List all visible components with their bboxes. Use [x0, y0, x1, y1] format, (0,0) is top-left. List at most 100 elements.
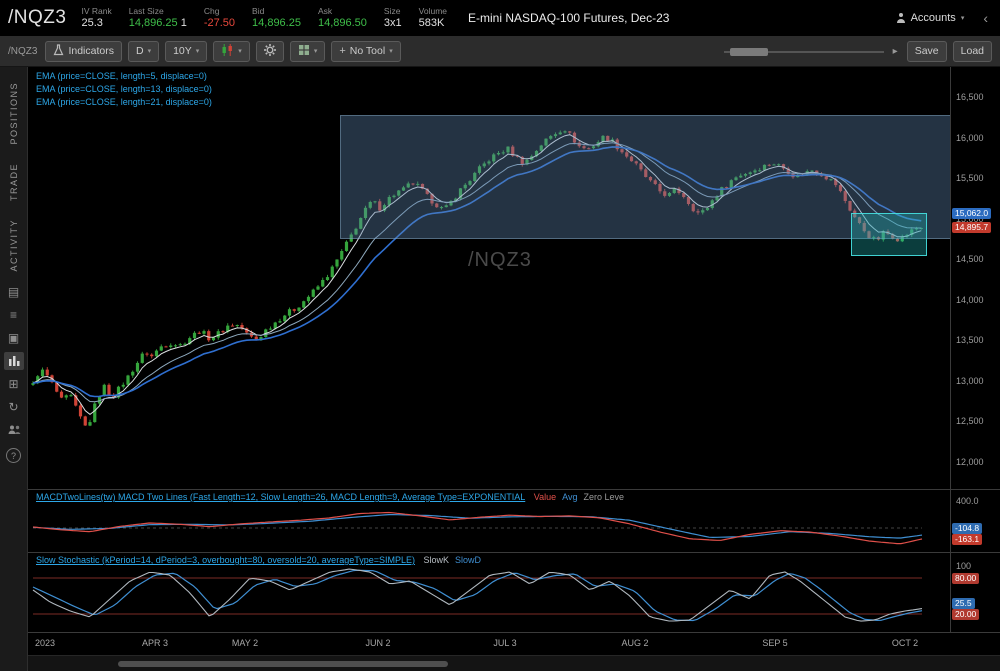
chevron-down-icon: ▾: [147, 48, 152, 55]
indicators-label: Indicators: [68, 45, 114, 57]
price-axis-label: 13,500: [956, 335, 984, 346]
ema-legend: EMA (price=CLOSE, length=5, displace=0) E…: [36, 71, 212, 110]
price-axis-label: 16,000: [956, 132, 984, 143]
time-axis-label: MAY 2: [231, 638, 259, 648]
chevron-down-icon: ▾: [195, 48, 200, 55]
axis-bubble: -163.1: [952, 533, 983, 545]
time-axis-label: JUL 3: [493, 638, 517, 648]
pan-right-button[interactable]: ▸: [890, 46, 901, 57]
save-button[interactable]: Save: [906, 40, 947, 62]
quote-stat-iv-rank: IV Rank 25.3: [81, 5, 112, 29]
time-axis-label: 2023: [34, 638, 56, 648]
sidebar-tab-positions[interactable]: POSITIONS: [9, 82, 19, 145]
community-icon[interactable]: [4, 421, 24, 439]
axis-bubble: 25.5: [952, 597, 975, 609]
sidebar-tab-activity[interactable]: ACTIVITY: [9, 219, 19, 272]
axis-bubble: 15,062.0: [952, 208, 992, 220]
chart-column: /NQZ3 EMA (price=CLOSE, length=5, displa…: [28, 67, 1000, 671]
collapse-panel-button[interactable]: ‹: [979, 10, 992, 26]
chevron-down-icon: ▾: [238, 48, 242, 55]
tool-value: No Tool: [349, 45, 386, 57]
time-axis-label: JUN 2: [365, 638, 391, 648]
scrollbar-handle[interactable]: [118, 661, 448, 667]
grid-layout-dropdown[interactable]: ▾: [289, 40, 326, 62]
stoch-plot-label-slowd[interactable]: SlowD: [455, 555, 481, 565]
macd-axis[interactable]: 400.00.00-104.8-163.1: [950, 490, 1000, 552]
price-axis-label: 14,500: [956, 254, 984, 265]
teal-region[interactable]: [851, 213, 927, 256]
price-axis-label: 15,500: [956, 173, 984, 184]
chart-style-dropdown[interactable]: ▾: [213, 40, 250, 62]
price-chart-panel[interactable]: /NQZ3 EMA (price=CLOSE, length=5, displa…: [28, 67, 1000, 489]
apps-icon[interactable]: ⊞: [4, 375, 24, 393]
sidebar-tab-trade[interactable]: TRADE: [9, 163, 19, 201]
chevron-down-icon: ▾: [960, 15, 965, 22]
stochastic-study-label[interactable]: Slow Stochastic (kPeriod=14, dPeriod=3, …: [36, 555, 415, 565]
news-icon[interactable]: ▤: [4, 283, 24, 301]
crosshair-icon: +: [339, 45, 346, 57]
load-label: Load: [960, 45, 984, 57]
zoom-slider-handle[interactable]: [729, 47, 768, 56]
time-axis-label: SEP 5: [762, 638, 788, 648]
axis-bubble: 20.00: [952, 608, 980, 620]
stochastic-axis[interactable]: 100 80.00 25.5 20.00: [950, 553, 1000, 632]
stoch-plot-label-slowk[interactable]: SlowK: [424, 555, 450, 565]
ema-legend-line-2[interactable]: EMA (price=CLOSE, length=21, displace=0): [36, 97, 212, 107]
candlestick-icon: [221, 43, 234, 59]
calendar-icon[interactable]: ▣: [4, 329, 24, 347]
chevron-down-icon: ▾: [389, 48, 393, 55]
range-dropdown[interactable]: 10Y ▾: [165, 40, 208, 62]
axis-bubble: -104.8: [952, 522, 983, 534]
indicators-button[interactable]: Indicators: [45, 40, 122, 62]
stochastic-label-row: Slow Stochastic (kPeriod=14, dPeriod=3, …: [36, 555, 487, 565]
price-axis-label: 14,000: [956, 294, 984, 305]
ema-legend-line-1[interactable]: EMA (price=CLOSE, length=13, displace=0): [36, 84, 212, 94]
instrument-title: E-mini NASDAQ-100 Futures, Dec-23: [468, 11, 670, 25]
quote-stat-volume: Volume 583K: [418, 5, 448, 29]
stochastic-panel[interactable]: Slow Stochastic (kPeriod=14, dPeriod=3, …: [28, 552, 1000, 632]
help-icon[interactable]: ?: [6, 448, 21, 464]
macd-panel[interactable]: MACDTwoLines(tw) MACD Two Lines (Fast Le…: [28, 489, 1000, 552]
macd-study-label[interactable]: MACDTwoLines(tw) MACD Two Lines (Fast Le…: [36, 492, 525, 502]
time-axis-label: OCT 2: [891, 638, 919, 648]
save-label: Save: [914, 45, 939, 57]
accounts-label: Accounts: [910, 12, 956, 24]
zoom-slider[interactable]: [723, 42, 884, 61]
chevron-down-icon: ▾: [313, 48, 318, 55]
time-axis-label: APR 3: [141, 638, 169, 648]
load-button[interactable]: Load: [952, 40, 992, 62]
chart-scrollbar[interactable]: [28, 655, 1000, 671]
stochastic-axis-label: 100: [956, 561, 972, 571]
price-axis[interactable]: 16,50016,00015,50015,00014,50014,00013,5…: [950, 67, 1000, 489]
quote-stat-bid: Bid 14,896.25: [252, 5, 301, 29]
history-icon[interactable]: ↻: [4, 398, 24, 416]
quote-stat-last-size: Last Size 14,896.25 1: [128, 5, 187, 29]
quote-stat-chg: Chg -27.50: [203, 5, 236, 29]
timeframe-dropdown[interactable]: D ▾: [127, 40, 160, 62]
watchlist-icon[interactable]: ≡: [4, 306, 24, 324]
main-body: POSITIONS TRADE ACTIVITY ▤ ≡ ▣ ⊞ ↻? /NQZ3 EMA (…: [0, 67, 1000, 671]
timeframe-value: D: [135, 45, 144, 57]
drawing-tool-dropdown[interactable]: + No Tool ▾: [331, 40, 401, 62]
ema-legend-line-0[interactable]: EMA (price=CLOSE, length=5, displace=0): [36, 71, 212, 81]
macd-axis-label: 400.0: [956, 496, 979, 506]
thinkorswim-app: /NQZ3 IV Rank 25.3 Last Size 14,896.25 1 Chg…: [0, 0, 1000, 671]
person-icon: [897, 13, 906, 23]
chart-symbol-label: /NQZ3: [8, 45, 38, 57]
axis-bubble: 14,895.7: [952, 221, 992, 233]
left-sidebar: POSITIONS TRADE ACTIVITY ▤ ≡ ▣ ⊞ ↻?: [0, 67, 28, 671]
range-value: 10Y: [173, 45, 192, 57]
time-axis[interactable]: 2023 APR 3 MAY 2 JUN 2 JUL 3 AUG 2 SEP 5 OCT 2: [28, 632, 1000, 655]
quote-stats: IV Rank 25.3 Last Size 14,896.25 1 Chg -27.50…: [81, 5, 448, 29]
macd-plot-label-avg[interactable]: Avg: [562, 492, 577, 502]
macd-plot-label-value[interactable]: Value: [534, 492, 556, 502]
accounts-menu[interactable]: Accounts ▾: [897, 12, 965, 24]
settings-gear-button[interactable]: [255, 40, 284, 62]
macd-label-row: MACDTwoLines(tw) MACD Two Lines (Fast Le…: [36, 492, 630, 502]
flask-icon: [53, 43, 64, 59]
price-axis-label: 12,000: [956, 457, 984, 467]
chart-icon[interactable]: [3, 351, 24, 370]
gear-icon: [263, 43, 276, 59]
axis-bubble: 80.00: [952, 572, 980, 584]
macd-plot-label-zero-leve[interactable]: Zero Leve: [583, 492, 624, 502]
